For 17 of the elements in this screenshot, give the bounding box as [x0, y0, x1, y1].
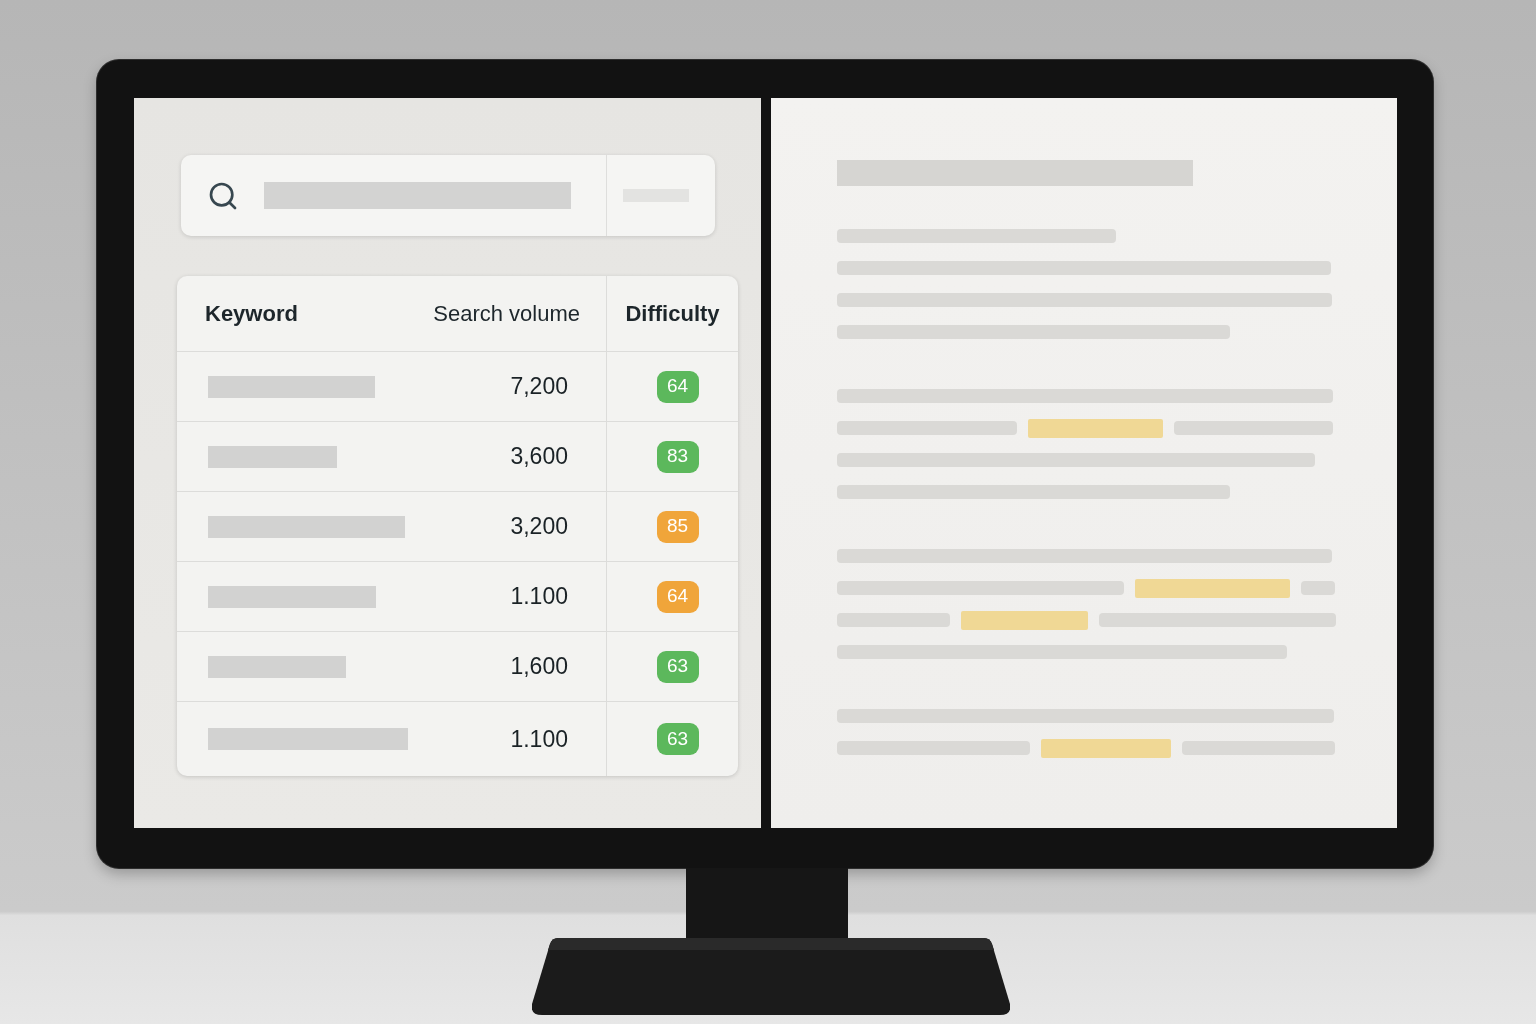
column-header: Keyword	[205, 300, 298, 328]
table-cell-text: 1,600	[510, 652, 568, 682]
column-header: Difficulty	[625, 300, 720, 328]
table-cell-text: 1.100	[510, 582, 568, 612]
column-header: Search volume	[433, 300, 580, 328]
difficulty-badge: 85	[656, 510, 699, 543]
search-field[interactable]	[181, 155, 715, 236]
table-cell-text: 7,200	[510, 372, 568, 402]
table-cell-text: 3,600	[510, 442, 568, 472]
table-cell-text: 1.100	[510, 724, 568, 754]
difficulty-badge: 63	[656, 723, 699, 755]
difficulty-badge: 64	[656, 370, 699, 403]
text-line-placeholder	[1301, 581, 1335, 595]
difficulty-badge: 64	[656, 580, 699, 613]
difficulty-badge: 83	[656, 440, 699, 473]
table-cell-text: 3,200	[510, 512, 568, 542]
difficulty-badge: 63	[656, 650, 699, 683]
